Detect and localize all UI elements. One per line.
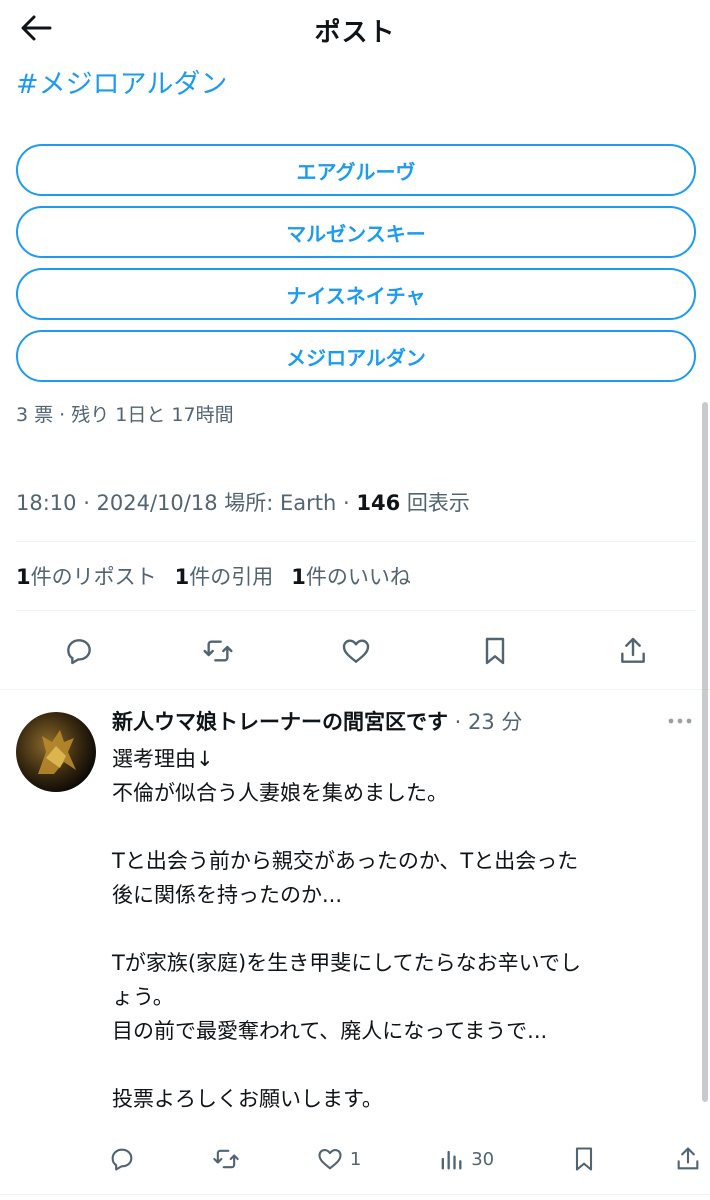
- likes-stat[interactable]: 1件のいいね: [291, 561, 411, 591]
- reply-line: 目の前で最愛奪われて、廃人になってまうで...: [112, 1019, 548, 1043]
- share-button[interactable]: [610, 628, 656, 674]
- quotes-stat[interactable]: 1件の引用: [175, 561, 274, 591]
- reply-share-button[interactable]: [674, 1145, 702, 1173]
- reply-like-button[interactable]: 1: [316, 1145, 361, 1173]
- bookmark-icon: [575, 1147, 593, 1171]
- post-timestamp: 18:10 · 2024/10/18 場所: Earth · 146 回表示: [16, 487, 470, 517]
- avatar-image: [38, 730, 76, 774]
- top-bar: ポスト: [0, 0, 710, 56]
- poll-option-2[interactable]: マルゼンスキー: [16, 206, 696, 258]
- bookmark-icon: [485, 637, 504, 665]
- share-icon: [621, 637, 645, 663]
- comment-icon: [67, 639, 91, 665]
- repost-icon: [202, 640, 233, 662]
- reply-text: 選考理由↓ 不倫が似合う人妻娘を集めました。 Tと出会う前から親交があったのか、…: [112, 742, 702, 1116]
- reply-line: Tが家族(家庭)を生き甲斐にしてたらなお辛いでし: [112, 951, 581, 975]
- reply-like-count: 1: [349, 1148, 362, 1170]
- reply-views-button[interactable]: 30: [437, 1145, 494, 1173]
- poll: エアグルーヴ マルゼンスキー ナイスネイチャ メジロアルダン: [16, 144, 696, 392]
- more-dots-icon: [668, 718, 692, 724]
- reply-line: 不倫が似合う人妻娘を集めました。: [112, 781, 448, 805]
- scrollbar[interactable]: [702, 402, 708, 1102]
- reply-author-name[interactable]: 新人ウマ娘トレーナーの間宮区です: [112, 710, 448, 734]
- poll-option-1[interactable]: エアグルーヴ: [16, 144, 696, 196]
- reply-bookmark-button[interactable]: [570, 1145, 598, 1173]
- post-action-bar: [56, 628, 656, 674]
- analytics-icon: [441, 1150, 462, 1170]
- like-button[interactable]: [333, 628, 379, 674]
- poll-meta: 3 票 · 残り 1日と 17時間: [16, 404, 234, 426]
- divider: [16, 610, 696, 611]
- comment-icon: [111, 1148, 133, 1171]
- reply-line: [112, 1048, 702, 1082]
- hashtag-link[interactable]: #メジロアルダン: [16, 62, 227, 101]
- reposts-stat[interactable]: 1件のリポスト: [16, 561, 157, 591]
- view-label: 回表示: [400, 491, 470, 515]
- view-count: 146: [356, 491, 401, 515]
- reply-line: 後に関係を持ったのか...: [112, 883, 343, 907]
- reply-view-count: 30: [471, 1148, 495, 1170]
- poll-option-4[interactable]: メジロアルダン: [16, 330, 696, 382]
- reply-line: 投票よろしくお願いします。: [112, 1087, 383, 1111]
- poll-option-3[interactable]: ナイスネイチャ: [16, 268, 696, 320]
- reply-time: · 23 分: [448, 710, 523, 734]
- divider: [0, 1194, 710, 1195]
- heart-icon: [318, 1148, 342, 1170]
- bookmark-button[interactable]: [472, 628, 518, 674]
- reply-header: 新人ウマ娘トレーナーの間宮区です · 23 分: [112, 706, 522, 736]
- divider: [16, 541, 696, 542]
- post-detail-page: ポスト #メジロアルダン エアグルーヴ マルゼンスキー ナイスネイチャ メジロア…: [0, 0, 710, 1200]
- reply-action-bar: 1 30: [108, 1140, 702, 1178]
- reply-line: [112, 810, 702, 844]
- divider: [0, 689, 710, 690]
- reply-line: ょう。: [112, 985, 174, 1009]
- more-options-button[interactable]: [662, 706, 698, 736]
- avatar[interactable]: [16, 712, 96, 792]
- page-title: ポスト: [314, 18, 396, 48]
- post-time: 18:10 · 2024/10/18 場所: Earth ·: [16, 491, 357, 515]
- repost-button[interactable]: [195, 628, 241, 674]
- heart-icon: [342, 639, 370, 663]
- engagement-stats: 1件のリポスト 1件の引用 1件のいいね: [16, 561, 411, 591]
- reply-line: Tと出会う前から親交があったのか、Tと出会った: [112, 849, 579, 873]
- reply-button[interactable]: [56, 628, 102, 674]
- reply-line: 選考理由↓: [112, 747, 214, 771]
- reply-reply-button[interactable]: [108, 1145, 136, 1173]
- repost-icon: [213, 1149, 239, 1169]
- reply-repost-button[interactable]: [212, 1145, 240, 1173]
- share-icon: [677, 1147, 699, 1170]
- reply-line: [112, 912, 702, 946]
